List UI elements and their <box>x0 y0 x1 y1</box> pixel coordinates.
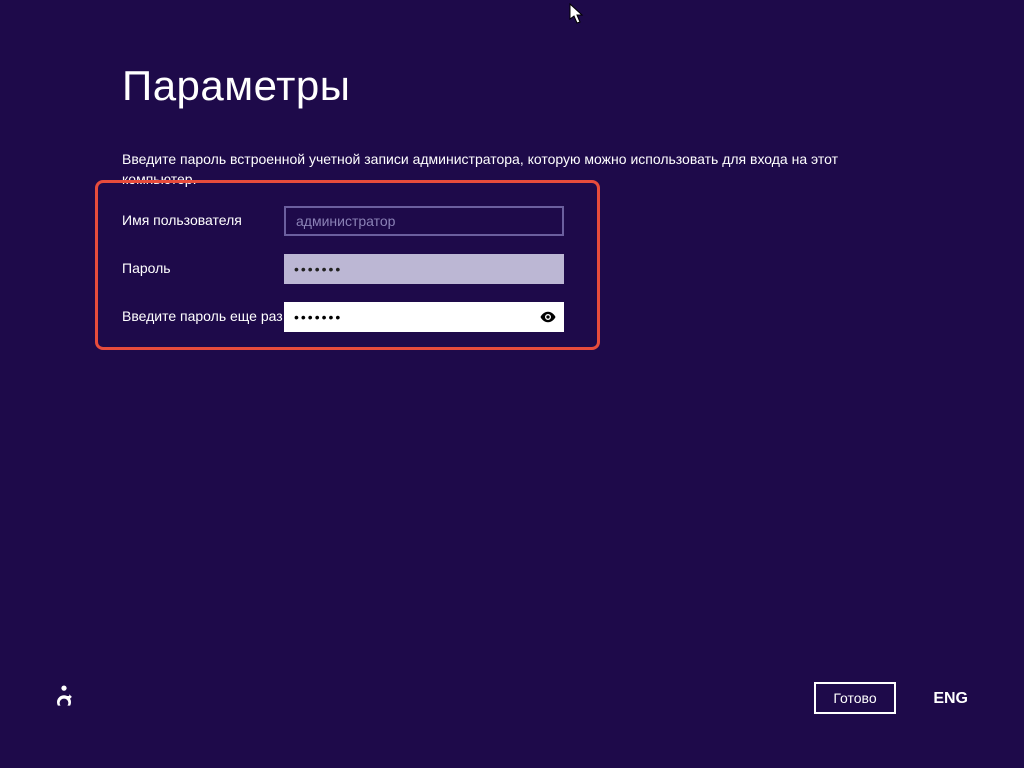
password-reveal-icon[interactable] <box>538 307 558 327</box>
cursor-icon <box>569 3 585 25</box>
password-row: Пароль <box>122 254 564 284</box>
confirm-password-label: Введите пароль еще раз <box>122 302 284 326</box>
username-row: Имя пользователя <box>122 206 564 236</box>
footer: Готово ENG <box>0 670 1024 710</box>
instruction-text: Введите пароль встроенной учетной записи… <box>122 150 902 189</box>
ease-of-access-icon[interactable] <box>50 682 78 710</box>
username-label: Имя пользователя <box>122 206 284 230</box>
password-label: Пароль <box>122 254 284 278</box>
confirm-password-field[interactable] <box>284 302 564 332</box>
username-field <box>284 206 564 236</box>
language-indicator[interactable]: ENG <box>933 690 968 708</box>
password-field[interactable] <box>284 254 564 284</box>
done-button[interactable]: Готово <box>814 682 896 714</box>
confirm-password-row: Введите пароль еще раз <box>122 302 564 332</box>
page-title: Параметры <box>122 62 350 110</box>
